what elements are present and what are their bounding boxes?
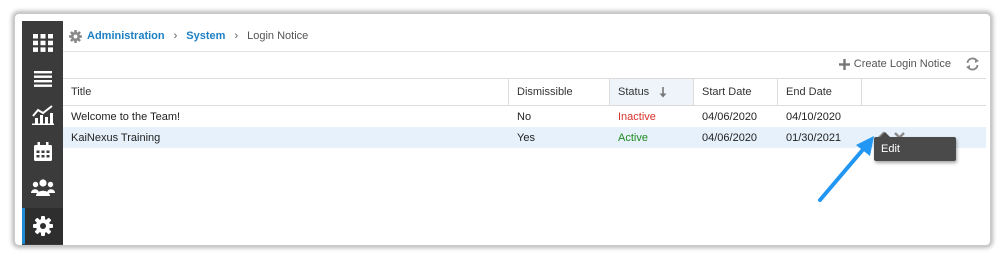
chart-icon [31,105,54,125]
create-login-notice-label: Create Login Notice [853,58,951,70]
calendar-icon [33,141,52,161]
cell-actions [862,106,986,127]
cell-dismissible: No [517,110,532,123]
breadcrumb-administration[interactable]: Administration [87,30,165,42]
chevron-right-icon: › [234,30,239,42]
annotation-arrow [818,136,874,202]
cell-end-date: 04/10/2020 [786,110,842,123]
app-window: Administration › System › Login Notice C… [14,13,991,246]
column-header-dismissible[interactable]: Dismissible [509,79,610,105]
sidebar [22,21,63,245]
sidebar-item-calendar[interactable] [22,133,63,169]
toolbar: Create Login Notice [838,52,980,76]
plus-icon [838,58,850,70]
sort-down-icon [659,86,667,97]
users-icon [30,178,55,196]
cell-status: Inactive [618,110,656,123]
breadcrumb: Administration › System › Login Notice [63,21,990,52]
refresh-icon[interactable] [965,57,980,71]
column-header-status-label: Status [618,86,650,98]
gear-icon [32,216,53,236]
sidebar-item-settings[interactable] [22,208,63,244]
column-header-title[interactable]: Title [63,79,509,105]
list-icon [33,71,52,87]
breadcrumb-current: Login Notice [247,30,309,42]
table-row[interactable]: Welcome to the Team! No Inactive 04/06/2… [63,106,986,127]
cell-title: Welcome to the Team! [71,110,181,123]
column-header-actions [862,79,986,105]
gear-icon [69,29,82,43]
cell-title: KaiNexus Training [71,131,161,144]
column-header-end-date[interactable]: End Date [778,79,862,105]
cell-dismissible: Yes [517,131,535,144]
sidebar-item-apps[interactable] [22,25,63,61]
create-login-notice-button[interactable]: Create Login Notice [838,58,951,70]
sidebar-item-list[interactable] [22,61,63,97]
sidebar-item-reports[interactable] [22,97,63,133]
table-header: Title Dismissible Status Start Date End … [63,79,986,106]
cell-status: Active [618,131,648,144]
edit-tooltip: Edit [874,132,956,161]
sidebar-item-people[interactable] [22,169,63,205]
cell-start-date: 04/06/2020 [702,110,758,123]
column-header-status[interactable]: Status [610,79,694,105]
breadcrumb-system[interactable]: System [186,30,225,42]
grid-icon [32,34,53,52]
column-header-start-date[interactable]: Start Date [694,79,778,105]
chevron-right-icon: › [173,30,178,42]
cell-start-date: 04/06/2020 [702,131,758,144]
